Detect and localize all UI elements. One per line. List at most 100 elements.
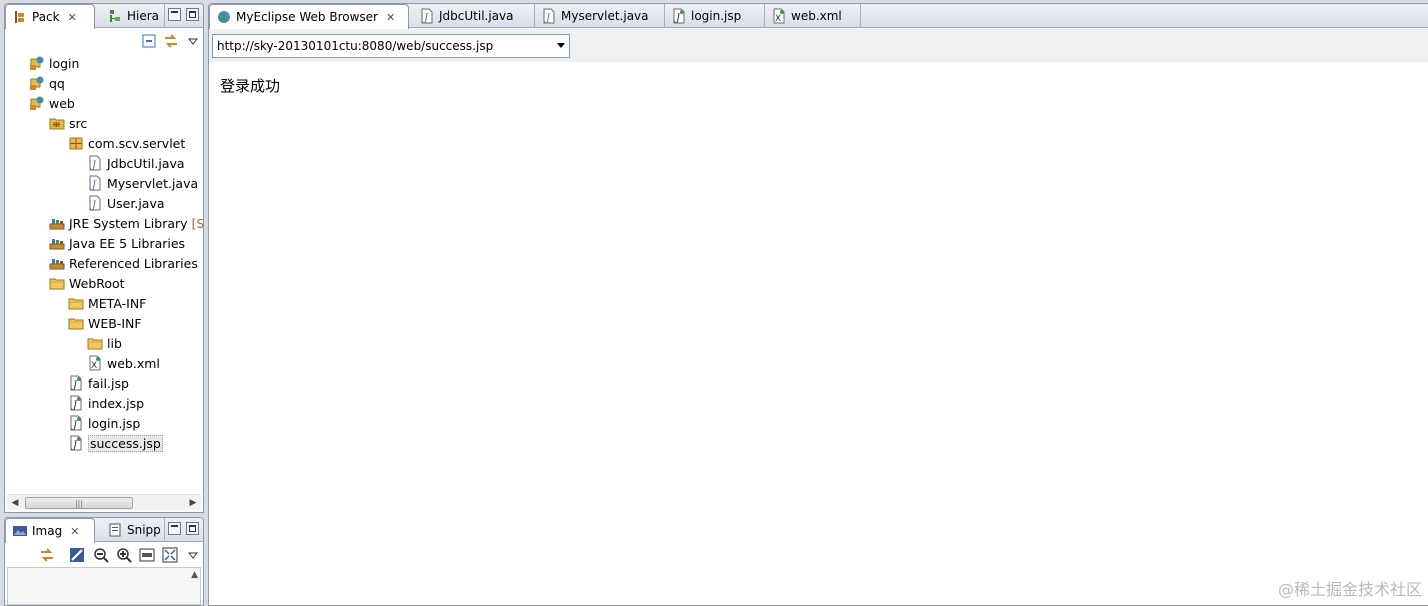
tree-item-label: JdbcUtil.java (107, 155, 185, 171)
tab-web-browser[interactable]: MyEclipse Web Browser ✕ (209, 4, 409, 29)
tree-item[interactable]: J Myservlet.java (87, 173, 198, 193)
maximize-button[interactable] (186, 8, 199, 21)
tree-item[interactable]: com.scv.servlet (68, 133, 185, 153)
tab-package-explorer[interactable]: Pack ✕ (5, 4, 95, 29)
tree-item[interactable]: META-INF (68, 293, 146, 313)
java-file-icon: J (541, 8, 557, 24)
snippets-icon (107, 522, 123, 538)
tree-item[interactable]: Jfail.jsp (68, 373, 129, 393)
project-tree: login qq web src com.scv.servlet J JdbcUtil.ja… (5, 53, 203, 493)
tree-item[interactable]: web (29, 93, 75, 113)
tree-item[interactable]: Jlogin.jsp (68, 413, 140, 433)
zoom-in-icon[interactable] (116, 547, 132, 563)
jsp-file-icon: J (671, 8, 687, 24)
tab-label: Hiera (127, 9, 160, 23)
tab-snippets[interactable]: Snipp (101, 518, 165, 542)
image-view-panel: Imag ✕ Snipp ▲ (4, 517, 204, 606)
tree-item[interactable]: J JdbcUtil.java (87, 153, 185, 173)
tree-item[interactable]: src (49, 113, 87, 133)
library-icon (49, 255, 65, 271)
tree-item[interactable]: Referenced Libraries (49, 253, 198, 273)
tree-item-label: META-INF (88, 295, 147, 311)
maximize-button[interactable] (186, 522, 199, 535)
tree-item-decoration: [Su (191, 215, 204, 231)
close-icon[interactable]: ✕ (386, 12, 395, 23)
tab-login-jsp[interactable]: J login.jsp (665, 4, 765, 28)
tree-item-label: Java EE 5 Libraries (69, 235, 186, 251)
java-file-icon: J (87, 195, 103, 211)
svg-text:J: J (71, 400, 78, 411)
tree-item-label: Referenced Libraries (69, 255, 198, 271)
svg-text:X: X (775, 14, 781, 24)
jsp-file-icon: J (68, 415, 84, 431)
tree-item-label: JRE System Library (69, 215, 188, 231)
link-with-editor-icon[interactable] (39, 547, 55, 563)
tree-item[interactable]: WebRoot (49, 273, 125, 293)
tree-item[interactable]: Xweb.xml (87, 353, 160, 373)
close-icon[interactable]: ✕ (70, 526, 79, 537)
fit-window-icon[interactable] (162, 547, 178, 563)
tab-myservlet-java[interactable]: J Myservlet.java (535, 4, 665, 28)
view-menu-icon[interactable] (185, 547, 201, 563)
tree-item-label: WEB-INF (88, 315, 142, 331)
chevron-down-icon[interactable] (557, 43, 565, 48)
browser-content (209, 62, 1428, 605)
page-message: 登录成功 (220, 77, 281, 95)
view-menu-icon[interactable] (185, 33, 201, 49)
zoom-out-icon[interactable] (93, 547, 109, 563)
tab-label: Myservlet.java (561, 9, 649, 23)
web-project-icon (29, 95, 45, 111)
url-combobox[interactable]: http://sky-20130101ctu:8080/web/success.… (212, 34, 570, 58)
scroll-left-icon[interactable]: ◀ (7, 495, 23, 511)
tree-item-label: fail.jsp (88, 375, 129, 391)
tree-item-label: web (49, 95, 75, 111)
browser-address-bar: http://sky-20130101ctu:8080/web/success.… (209, 29, 1428, 62)
scroll-up-icon[interactable]: ▲ (191, 570, 198, 580)
tab-label: Imag (32, 524, 63, 538)
tab-label: Snipp (127, 523, 161, 537)
tree-item[interactable]: lib (87, 333, 122, 353)
svg-text:X: X (91, 361, 97, 371)
scrollbar-grip: ||| (74, 498, 84, 508)
source-folder-icon (49, 115, 65, 131)
java-file-icon: J (87, 155, 103, 171)
actual-size-icon[interactable] (139, 547, 155, 563)
close-icon[interactable]: ✕ (68, 12, 77, 23)
scroll-right-icon[interactable]: ▶ (185, 495, 201, 511)
library-icon (49, 235, 65, 251)
svg-text:J: J (90, 180, 97, 191)
tab-hierarchy[interactable]: Hiera (101, 4, 165, 28)
fit-image-icon[interactable] (69, 547, 85, 563)
link-with-editor-icon[interactable] (163, 33, 179, 49)
collapse-all-icon[interactable] (141, 33, 157, 49)
folder-icon (68, 315, 84, 331)
tree-item[interactable]: Jsuccess.jsp (68, 433, 163, 453)
svg-text:J: J (90, 160, 97, 171)
jsp-file-icon: J (68, 375, 84, 391)
svg-text:J: J (71, 440, 78, 451)
horizontal-scrollbar[interactable]: ◀ ||| ▶ (7, 494, 201, 510)
scrollbar-thumb[interactable]: ||| (25, 497, 133, 509)
tree-item[interactable]: JRE System Library[Su (49, 213, 204, 233)
package-explorer-tabstrip: Pack ✕ Hiera (5, 4, 203, 29)
tab-label: web.xml (791, 9, 842, 23)
tree-item[interactable]: WEB-INF (68, 313, 142, 333)
xml-file-icon: X (771, 8, 787, 24)
java-file-icon: J (87, 175, 103, 191)
tree-item[interactable]: qq (29, 73, 65, 93)
tree-item[interactable]: login (29, 53, 79, 73)
tree-item[interactable]: J User.java (87, 193, 165, 213)
minimize-button[interactable] (168, 8, 181, 21)
tree-item[interactable]: Java EE 5 Libraries (49, 233, 185, 253)
minimize-button[interactable] (168, 522, 181, 535)
editor-tabstrip: MyEclipse Web Browser ✕ J JdbcUtil.java … (209, 4, 1428, 29)
url-text: http://sky-20130101ctu:8080/web/success.… (217, 39, 494, 53)
tree-item-label: lib (107, 335, 122, 351)
tree-item[interactable]: Jindex.jsp (68, 393, 144, 413)
tab-web-xml[interactable]: X web.xml (765, 4, 861, 28)
folder-icon (87, 335, 103, 351)
tree-item-label: qq (49, 75, 65, 91)
tab-jdbcutil-java[interactable]: J JdbcUtil.java (413, 4, 535, 28)
folder-icon (68, 295, 84, 311)
tab-image-view[interactable]: Imag ✕ (5, 518, 95, 543)
